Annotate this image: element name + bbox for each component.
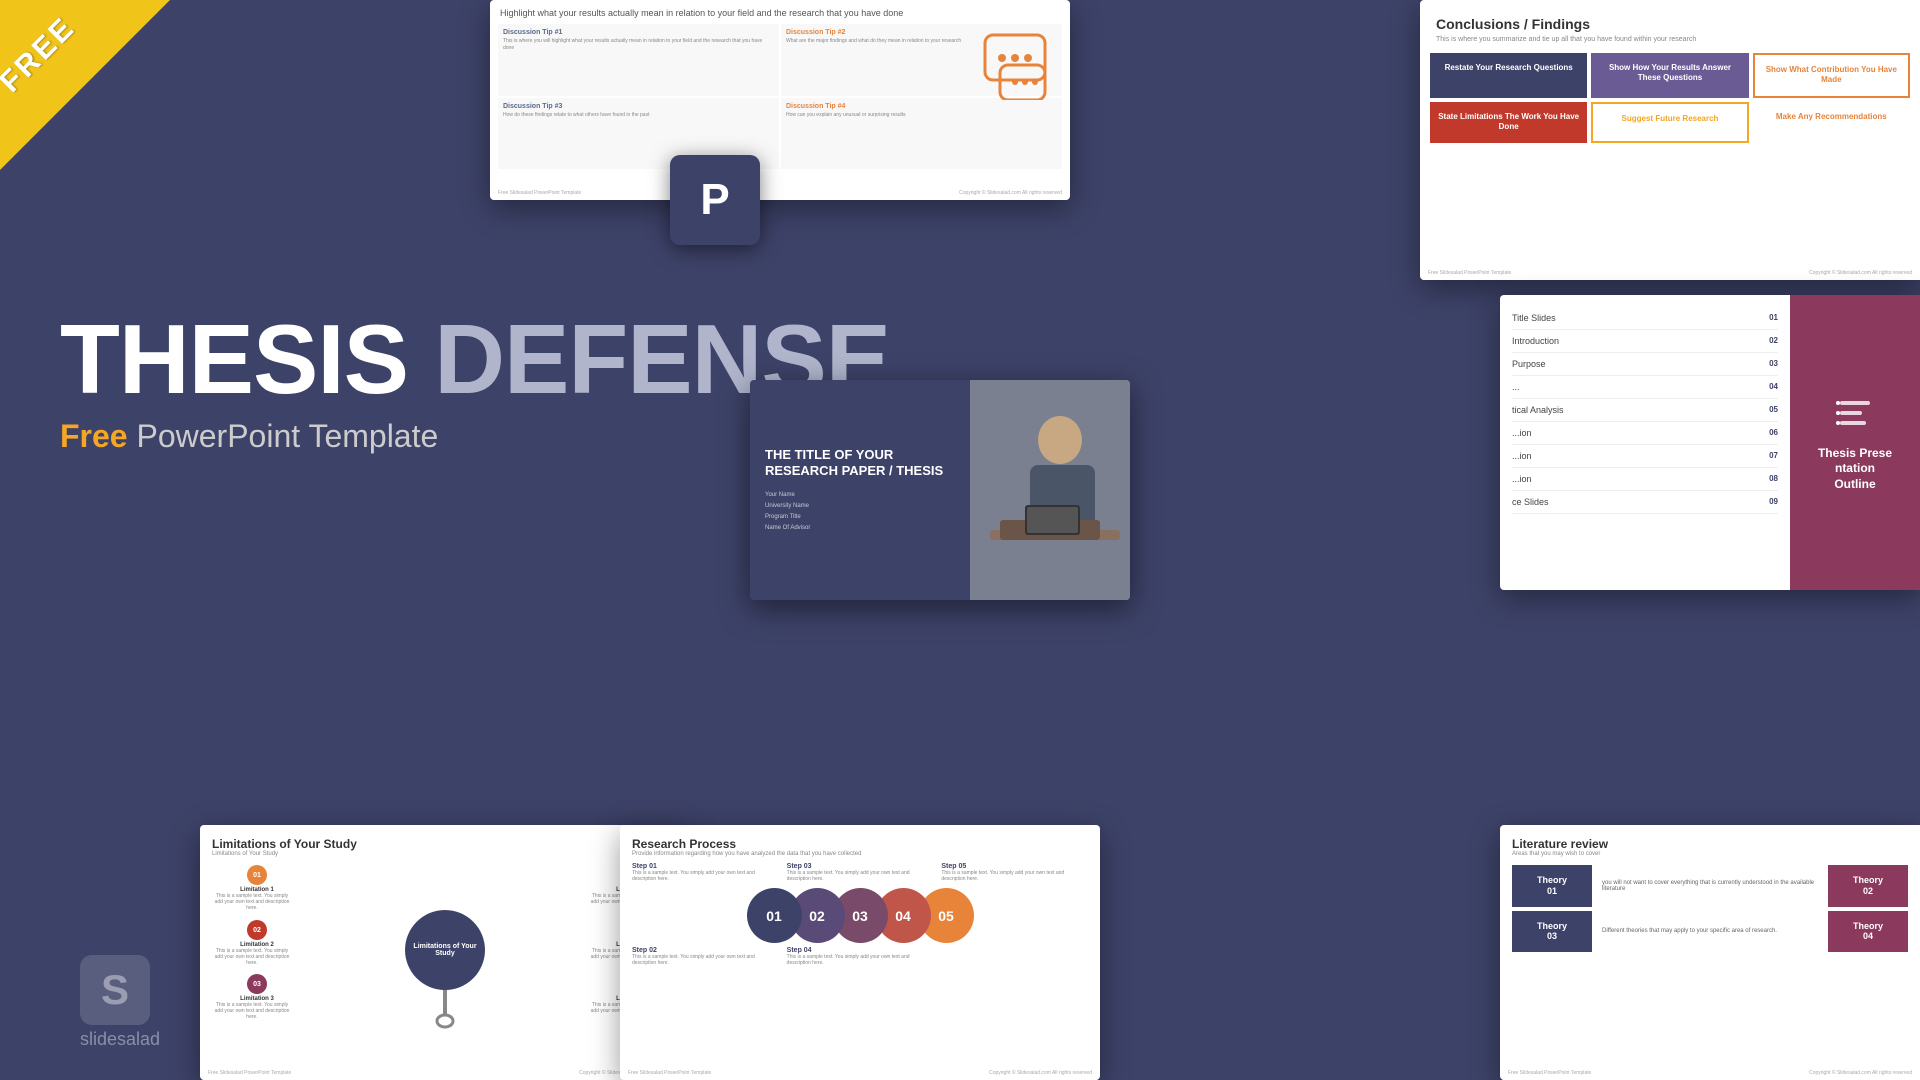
theory-01: Theory01	[1512, 865, 1592, 907]
conc-cell-4: State Limitations The Work You Have Done	[1430, 102, 1587, 143]
tip-3-title: Discussion Tip #3	[503, 103, 774, 110]
research-process-sub: Provide information regarding how you ha…	[632, 851, 1088, 857]
outline-row-6: ...ion 06	[1512, 422, 1778, 445]
tip-1-title: Discussion Tip #1	[503, 29, 774, 36]
tip-1-text: This is where you will highlight what yo…	[503, 38, 774, 52]
limitations-subtitle: Limitations of Your Study	[212, 851, 678, 857]
research-process-title: Research Process	[632, 837, 1088, 851]
research-details: Your Name University Name Program Title …	[765, 490, 955, 533]
free-word: Free	[60, 418, 128, 454]
outline-list: Title Slides 01 Introduction 02 Purpose …	[1500, 295, 1790, 590]
outline-icon	[1835, 393, 1875, 436]
outline-row-2: Introduction 02	[1512, 330, 1778, 353]
tip-1: Discussion Tip #1 This is where you will…	[498, 24, 779, 96]
theory-03-desc: Different theories that may apply to you…	[1596, 911, 1824, 953]
outline-row-1: Title Slides 01	[1512, 307, 1778, 330]
conc-cell-5: Suggest Future Research	[1591, 102, 1748, 143]
limitations-title: Limitations of Your Study	[212, 837, 678, 851]
lim-item-2: 02 Limitation 2 This is a sample text. Y…	[212, 920, 302, 966]
conclusions-title: Conclusions / Findings	[1420, 0, 1920, 36]
lim-item-3: 03 Limitation 3 This is a sample text. Y…	[212, 974, 302, 1020]
slide-main-left: THE TITLE OF YOUR RESEARCH PAPER / THESI…	[750, 380, 970, 600]
step-col-4: Step 04 This is a sample text. You simpl…	[787, 947, 934, 966]
outline-row-4: ... 04	[1512, 376, 1778, 399]
outline-row-3: Purpose 03	[1512, 353, 1778, 376]
conc-cell-3: Show What Contribution You Have Made	[1753, 53, 1910, 98]
step-col-3: Step 03 This is a sample text. You simpl…	[787, 863, 934, 882]
conclusions-grid: Restate Your Research Questions Show How…	[1420, 53, 1920, 143]
limitations-diagram: Limitations of Your Study 01 Limitation …	[212, 865, 678, 1035]
theory-04: Theory04	[1828, 911, 1908, 953]
discussion-header: Highlight what your results actually mea…	[490, 0, 1070, 22]
research-title: THE TITLE OF YOUR RESEARCH PAPER / THESI…	[765, 447, 955, 481]
slide-limitations: Limitations of Your Study Limitations of…	[200, 825, 690, 1080]
research-steps-top: Step 01 This is a sample text. You simpl…	[632, 863, 1088, 882]
free-banner: FREE	[0, 0, 170, 170]
lim-item-1: 01 Limitation 1 This is a sample text. Y…	[212, 865, 302, 911]
theory-01-desc: you will not want to cover everything th…	[1596, 865, 1824, 907]
slidesalad-icon: S	[80, 955, 150, 1025]
photo-placeholder	[970, 380, 1130, 600]
ppt-icon: P	[670, 155, 760, 245]
step-col-2: Step 02 This is a sample text. You simpl…	[632, 947, 779, 966]
chat-icon	[980, 30, 1060, 105]
conclusions-subtitle: This is where you summarize and tie up a…	[1420, 36, 1920, 53]
slide-discussion: Highlight what your results actually mea…	[490, 0, 1070, 200]
outline-row-7: ...ion 07	[1512, 445, 1778, 468]
circle-01: 01	[747, 888, 802, 943]
slidesalad-name: slidesalad	[80, 1029, 160, 1050]
literature-subtitle: Areas that you may wish to cover	[1512, 851, 1908, 857]
tip-3-text: How do these findings relate to what oth…	[503, 112, 774, 119]
research-footer: Free Slidesalad PowerPoint Template Copy…	[628, 1070, 1092, 1076]
slide-main-photo	[970, 380, 1130, 600]
conc-cell-1: Restate Your Research Questions	[1430, 53, 1587, 98]
research-circles: 01 02 03 04 05	[632, 888, 1088, 943]
slidesalad-logo: S slidesalad	[80, 955, 160, 1050]
theory-03: Theory03	[1512, 911, 1592, 953]
outline-right-panel: Thesis PresentationOutline	[1790, 295, 1920, 590]
tip-4-text: How can you explain any unusual or surpr…	[786, 112, 1057, 119]
theory-02: Theory02	[1828, 865, 1908, 907]
literature-grid: Theory01 you will not want to cover ever…	[1512, 865, 1908, 952]
literature-footer: Free Slidesalad PowerPoint Template Copy…	[1508, 1070, 1912, 1076]
step-col-5: Step 05 This is a sample text. You simpl…	[941, 863, 1088, 882]
slide-conclusions: Conclusions / Findings This is where you…	[1420, 0, 1920, 280]
ppt-icon-area: P	[670, 155, 760, 245]
lim-center-circle: Limitations of Your Study	[405, 910, 485, 990]
tip-4: Discussion Tip #4 How can you explain an…	[781, 98, 1062, 170]
outline-row-5: tical Analysis 05	[1512, 399, 1778, 422]
outline-right-title: Thesis PresentationOutline	[1818, 446, 1892, 493]
slide-literature: Literature review Areas that you may wis…	[1500, 825, 1920, 1080]
conc-cell-2: Show How Your Results Answer These Quest…	[1591, 53, 1748, 98]
outline-row-9: ce Slides 09	[1512, 491, 1778, 514]
slide-research: Research Process Provide information reg…	[620, 825, 1100, 1080]
literature-title: Literature review	[1512, 837, 1908, 851]
research-steps-bottom: Step 02 This is a sample text. You simpl…	[632, 947, 1088, 966]
step-col-1: Step 01 This is a sample text. You simpl…	[632, 863, 779, 882]
slide-main-title: THE TITLE OF YOUR RESEARCH PAPER / THESI…	[750, 380, 1130, 600]
discussion-footer: Free Slidesalad PowerPoint Template Copy…	[498, 190, 1062, 196]
outline-row-8: ...ion 08	[1512, 468, 1778, 491]
conclusions-footer: Free Slidesalad PowerPoint Template Copy…	[1428, 270, 1912, 276]
limitations-footer: Free Slidesalad PowerPoint Template Copy…	[208, 1070, 682, 1076]
subtitle-rest: PowerPoint Template	[136, 418, 438, 454]
conc-cell-6: Make Any Recommendations	[1753, 102, 1910, 143]
slide-outline: Title Slides 01 Introduction 02 Purpose …	[1500, 295, 1920, 590]
